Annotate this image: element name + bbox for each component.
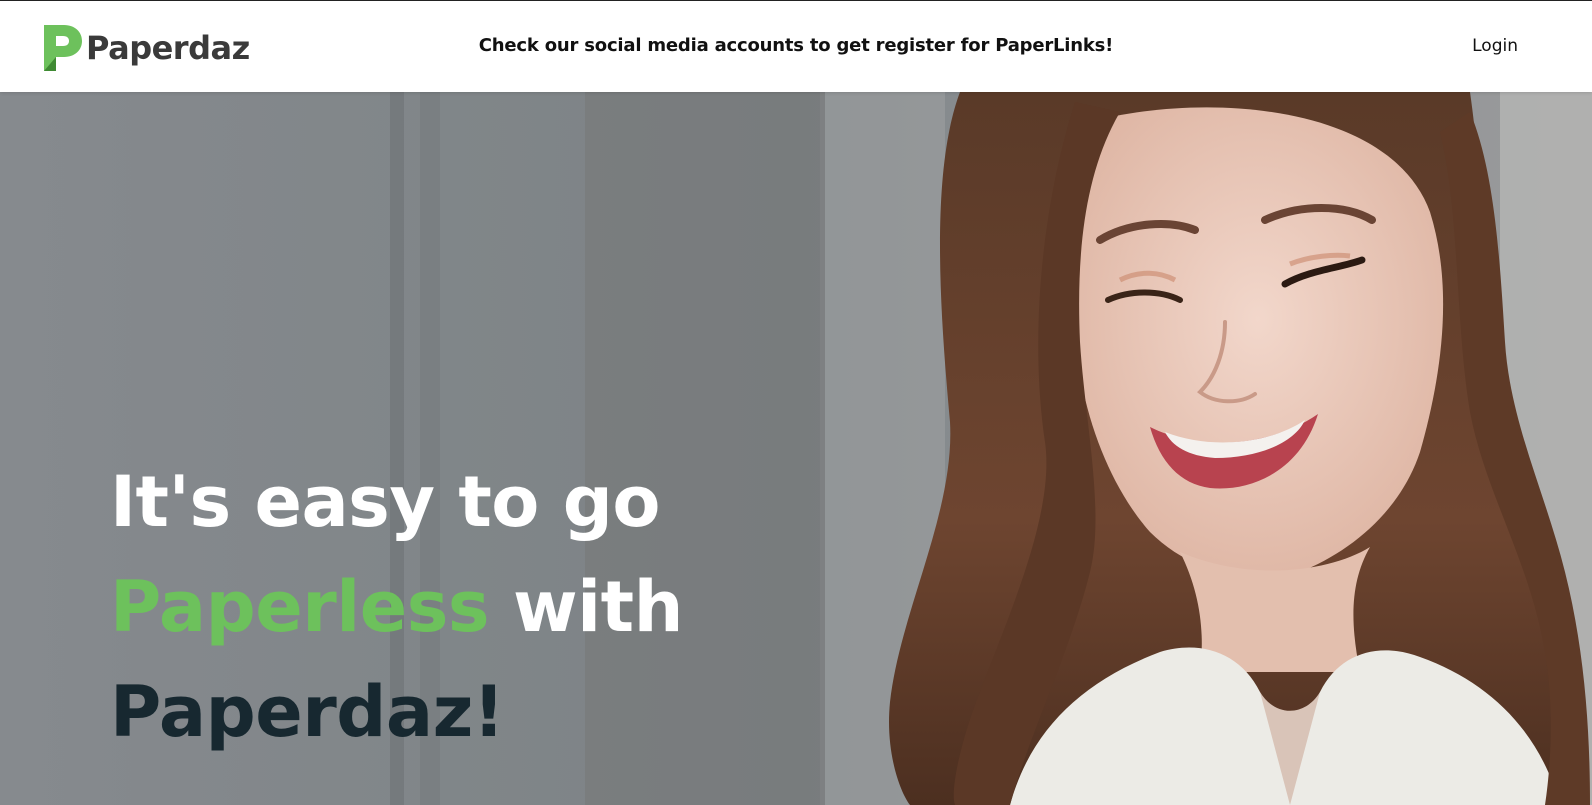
headline-line-2-rest: with	[489, 566, 683, 648]
hero-section: It's easy to go Paperless with Paperdaz!	[0, 92, 1592, 805]
headline-line-3: Paperdaz!	[110, 671, 505, 753]
headline-highlight-paperless: Paperless	[110, 566, 490, 648]
headline-line-2: Paperless with	[110, 555, 683, 660]
paperdaz-logo-icon	[44, 25, 82, 71]
login-link[interactable]: Login	[1472, 36, 1518, 56]
headline-line-1: It's easy to go	[110, 461, 660, 543]
hero-headline: It's easy to go Paperless with Paperdaz!	[110, 450, 683, 765]
top-header: Paperdaz Check our social media accounts…	[0, 0, 1592, 92]
paperdaz-logo[interactable]: Paperdaz	[42, 23, 250, 73]
announcement-text: Check our social media accounts to get r…	[478, 35, 1114, 56]
logo-wordmark: Paperdaz	[86, 29, 250, 67]
